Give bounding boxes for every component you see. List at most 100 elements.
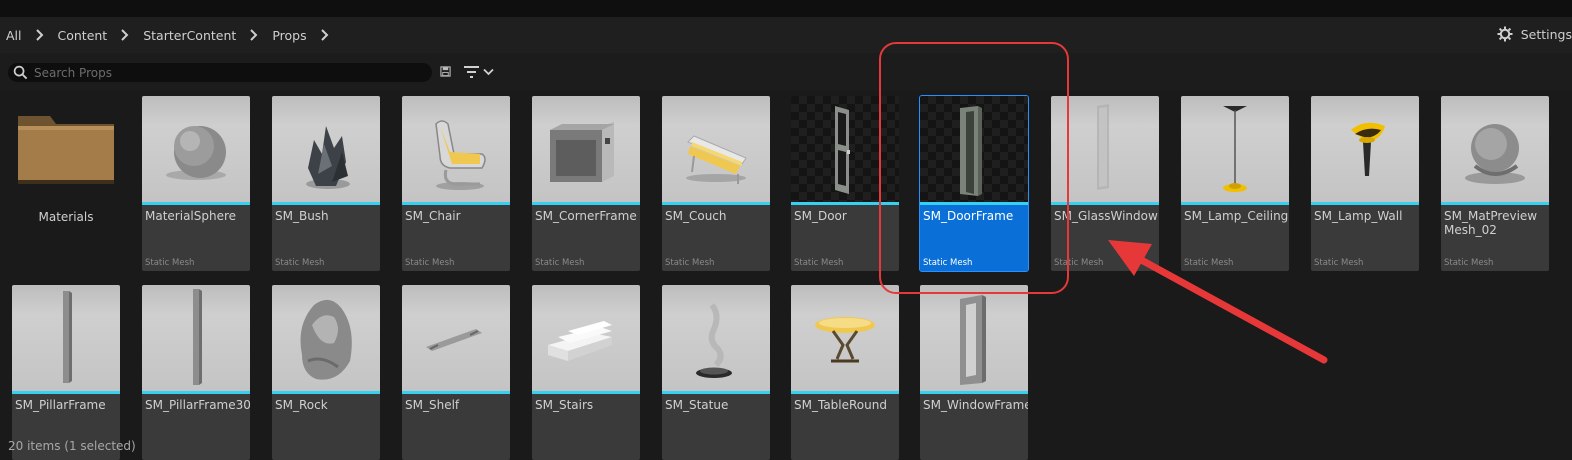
chevron-right-icon[interactable]	[117, 27, 133, 43]
asset-tile[interactable]: SM_Statue	[662, 285, 770, 460]
asset-thumbnail	[142, 96, 250, 202]
chevron-down-icon	[483, 68, 494, 76]
breadcrumb-item-all[interactable]: All	[6, 28, 22, 43]
asset-tile[interactable]: SM_Lamp_Wall Static Mesh	[1311, 96, 1419, 271]
asset-tile[interactable]: SM_Door Static Mesh	[791, 96, 899, 271]
asset-name: SM_PillarFrame	[15, 398, 106, 412]
asset-tile[interactable]: SM_WindowFrame	[920, 285, 1028, 460]
asset-type-bar	[791, 391, 899, 394]
folder-icon	[18, 116, 114, 184]
filter-icon	[464, 66, 479, 78]
asset-name: SM_Lamp_Wall	[1314, 209, 1403, 223]
asset-tile[interactable]: SM_Lamp_Ceiling Static Mesh	[1181, 96, 1289, 271]
asset-tile[interactable]: SM_Rock	[272, 285, 380, 460]
filter-button[interactable]	[463, 65, 494, 79]
breadcrumb-item-startercontent[interactable]: StarterContent	[143, 28, 236, 43]
asset-thumbnail	[791, 96, 899, 202]
asset-type-bar	[920, 391, 1028, 394]
asset-thumbnail	[662, 96, 770, 202]
asset-thumbnail	[662, 285, 770, 391]
settings-label: Settings	[1520, 26, 1572, 42]
asset-name: SM_Stairs	[535, 398, 594, 412]
asset-tile[interactable]: SM_Shelf	[402, 285, 510, 460]
folder-materials[interactable]: Materials	[12, 96, 120, 271]
breadcrumb-item-props[interactable]: Props	[272, 28, 306, 43]
chevron-right-icon[interactable]	[246, 27, 262, 43]
asset-thumbnail	[272, 96, 380, 202]
asset-name: SM_GlassWindow	[1054, 209, 1158, 223]
asset-name: SM_CornerFrame	[535, 209, 637, 223]
asset-thumbnail	[402, 96, 510, 202]
asset-type-bar	[142, 391, 250, 394]
asset-type-bar	[1181, 202, 1289, 205]
asset-tile[interactable]: MaterialSphere Static Mesh	[142, 96, 250, 271]
asset-name: SM_Shelf	[405, 398, 460, 412]
folder-name: Materials	[38, 210, 94, 224]
asset-thumbnail	[532, 285, 640, 391]
asset-thumbnail	[1181, 96, 1289, 202]
settings-button[interactable]: Settings	[1497, 26, 1572, 42]
asset-type: Static Mesh	[535, 258, 585, 268]
asset-type-bar	[532, 391, 640, 394]
asset-type: Static Mesh	[1444, 258, 1494, 268]
asset-type-bar	[272, 202, 380, 205]
asset-thumbnail	[1051, 96, 1159, 202]
title-strip	[0, 0, 1572, 17]
chevron-right-icon[interactable]	[32, 27, 48, 43]
asset-type-bar	[142, 202, 250, 205]
asset-type-bar	[1311, 202, 1419, 205]
asset-type-bar	[402, 202, 510, 205]
asset-type-bar	[272, 391, 380, 394]
asset-type-bar	[662, 391, 770, 394]
asset-name: SM_Statue	[665, 398, 729, 412]
asset-type: Static Mesh	[145, 258, 195, 268]
asset-type: Static Mesh	[1054, 258, 1104, 268]
chevron-right-icon[interactable]	[317, 27, 333, 43]
asset-thumbnail	[1311, 96, 1419, 202]
asset-tile-selected[interactable]: SM_DoorFrame Static Mesh	[919, 95, 1029, 272]
status-bar-text: 20 items (1 selected)	[8, 439, 136, 453]
asset-name: SM_Lamp_Ceiling	[1184, 209, 1289, 223]
asset-tile[interactable]: SM_PillarFrame300	[142, 285, 250, 460]
asset-name: SM_PillarFrame300	[145, 398, 250, 412]
asset-name: SM_MatPreview Mesh_02	[1444, 209, 1538, 237]
asset-tile[interactable]: SM_GlassWindow Static Mesh	[1051, 96, 1159, 271]
asset-type-bar	[532, 202, 640, 205]
asset-tile[interactable]: SM_Stairs	[532, 285, 640, 460]
asset-thumbnail	[920, 96, 1028, 202]
asset-name: SM_Door	[794, 209, 847, 223]
gear-icon	[1497, 26, 1513, 42]
asset-tile[interactable]: SM_Couch Static Mesh	[662, 96, 770, 271]
asset-type: Static Mesh	[405, 258, 455, 268]
asset-type: Static Mesh	[1184, 258, 1234, 268]
asset-name: SM_Rock	[275, 398, 328, 412]
breadcrumb-item-content[interactable]: Content	[58, 28, 108, 43]
asset-tile[interactable]: SM_MatPreview Mesh_02 Static Mesh	[1441, 96, 1549, 271]
asset-thumbnail	[532, 96, 640, 202]
asset-thumbnail	[791, 285, 899, 391]
asset-type: Static Mesh	[794, 258, 844, 268]
asset-type: Static Mesh	[665, 258, 715, 268]
asset-type-bar	[920, 202, 1028, 205]
asset-type-bar	[402, 391, 510, 394]
asset-thumbnail	[12, 285, 120, 391]
asset-tile[interactable]: SM_Bush Static Mesh	[272, 96, 380, 271]
search-box[interactable]	[8, 63, 432, 82]
save-search-icon[interactable]	[440, 66, 451, 77]
asset-name: SM_Couch	[665, 209, 727, 223]
search-input[interactable]	[34, 65, 414, 80]
asset-tile[interactable]: SM_Chair Static Mesh	[402, 96, 510, 271]
asset-type-bar	[662, 202, 770, 205]
asset-thumbnail	[1441, 96, 1549, 202]
breadcrumb: All Content StarterContent Props	[6, 27, 343, 43]
asset-thumbnail	[402, 285, 510, 391]
asset-tile[interactable]: SM_TableRound	[791, 285, 899, 460]
asset-tile[interactable]: SM_CornerFrame Static Mesh	[532, 96, 640, 271]
asset-name: SM_DoorFrame	[923, 209, 1014, 223]
asset-type-bar	[1051, 202, 1159, 205]
search-icon	[13, 65, 28, 80]
asset-tile[interactable]: SM_PillarFrame	[12, 285, 120, 460]
asset-name: MaterialSphere	[145, 209, 237, 223]
asset-thumbnail	[920, 285, 1028, 391]
asset-name: SM_TableRound	[794, 398, 887, 412]
